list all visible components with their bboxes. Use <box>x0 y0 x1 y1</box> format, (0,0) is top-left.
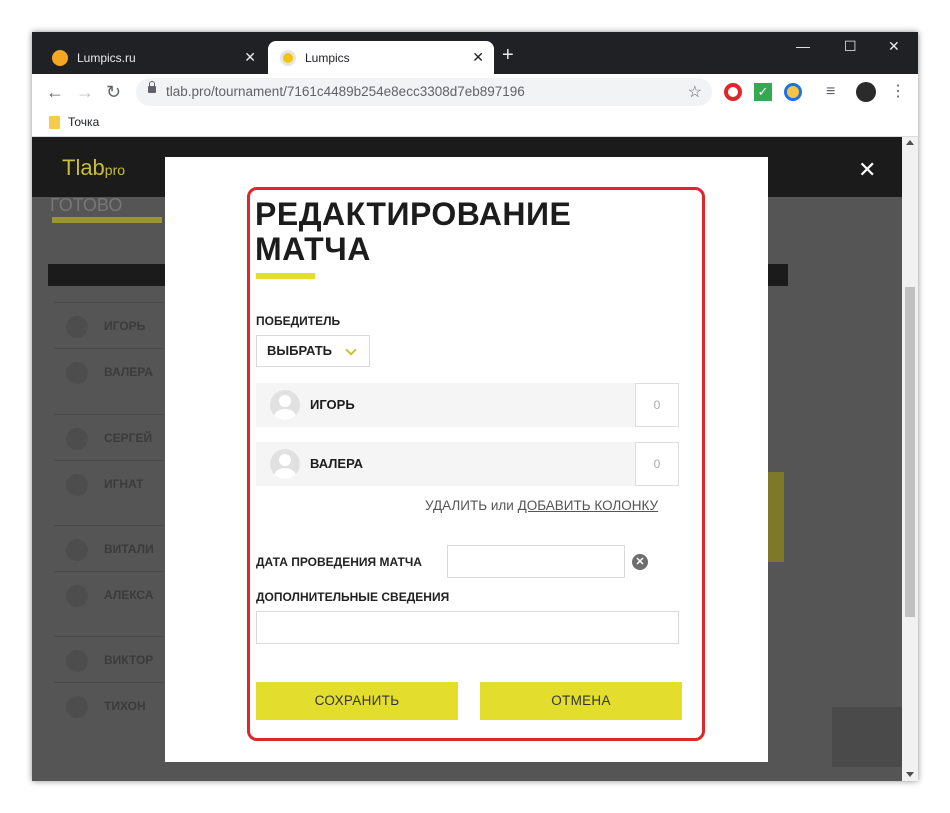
page-viewport: Tlabpro ГОТОВО ИГОРЬ ВАЛЕРА СЕРГЕЙ ИГНАТ… <box>32 137 902 781</box>
scroll-down-arrow-icon[interactable] <box>906 772 914 777</box>
avatar <box>66 316 88 338</box>
user-avatar-icon <box>270 390 300 420</box>
back-icon[interactable]: ← <box>46 80 64 104</box>
browser-toolbar: ← → ↻ tlab.pro/tournament/7161c4489b254e… <box>32 74 918 110</box>
maximize-icon[interactable]: ☐ <box>844 38 857 55</box>
bracket-player: ВАЛЕРА <box>104 365 153 379</box>
user-avatar-icon <box>270 449 300 479</box>
lumpics-favicon-icon <box>280 49 296 66</box>
scroll-up-arrow-icon[interactable] <box>906 140 914 145</box>
tab-strip: Lumpics.ru ✕ Lumpics ✕ + — ☐ ✕ <box>32 32 918 74</box>
avatar <box>66 474 88 496</box>
lumpics-favicon-icon <box>52 49 68 66</box>
minimize-icon[interactable]: — <box>796 38 810 54</box>
bookmark-folder-icon <box>49 116 60 129</box>
bracket-player: АЛЕКСА <box>104 588 154 602</box>
participant-row: ИГОРЬ 0 <box>256 383 679 427</box>
participant-row: ВАЛЕРА 0 <box>256 442 679 486</box>
menu-dots-icon[interactable]: ⋮ <box>890 83 908 101</box>
bracket-row: ВАЛЕРА <box>54 348 164 395</box>
avatar <box>66 539 88 561</box>
logo-main: Tlab <box>62 155 105 180</box>
modal-title: РЕДАКТИРОВАНИЕ МАТЧА <box>255 196 572 267</box>
match-date-label: ДАТА ПРОВЕДЕНИЯ МАТЧА <box>256 555 422 569</box>
bracket-player: СЕРГЕЙ <box>104 431 153 445</box>
participant-name: ИГОРЬ <box>310 397 355 412</box>
vpn-extension-icon[interactable] <box>784 83 802 101</box>
bracket-row: ИГНАТ <box>54 460 164 507</box>
bracket-player: ИГНАТ <box>104 477 144 491</box>
avatar <box>66 585 88 607</box>
avatar <box>66 362 88 384</box>
bookmark-tochka[interactable]: Точка <box>68 115 99 129</box>
scrollbar-thumb[interactable] <box>905 287 915 617</box>
avatar <box>66 650 88 672</box>
extra-info-input[interactable] <box>256 611 679 644</box>
participant-name: ВАЛЕРА <box>310 456 363 471</box>
page-scrollbar[interactable] <box>902 137 918 781</box>
column-controls: УДАЛИТЬ или ДОБАВИТЬ КОЛОНКУ <box>425 498 658 513</box>
tab-close-icon[interactable]: ✕ <box>472 49 484 65</box>
bracket-row: ВИТАЛИ <box>54 525 164 572</box>
close-window-icon[interactable]: ✕ <box>888 38 900 55</box>
browser-window: Lumpics.ru ✕ Lumpics ✕ + — ☐ ✕ ← → ↻ tla… <box>32 32 918 781</box>
chevron-down-icon <box>345 344 357 356</box>
address-bar[interactable]: tlab.pro/tournament/7161c4489b254e8ecc33… <box>136 78 712 106</box>
extra-info-label: ДОПОЛНИТЕЛЬНЫЕ СВЕДЕНИЯ <box>256 590 450 604</box>
cancel-button[interactable]: ОТМЕНА <box>480 682 682 720</box>
delete-column-link[interactable]: УДАЛИТЬ <box>425 498 487 513</box>
bookmark-star-icon[interactable]: ☆ <box>688 82 702 102</box>
avatar <box>66 428 88 450</box>
site-logo[interactable]: Tlabpro <box>62 155 125 181</box>
save-button[interactable]: СОХРАНИТЬ <box>256 682 458 720</box>
opera-extension-icon[interactable] <box>724 83 742 101</box>
modal-close-icon[interactable]: ✕ <box>858 159 876 181</box>
or-text: или <box>490 498 514 513</box>
forward-icon[interactable]: → <box>76 80 94 104</box>
add-column-link[interactable]: ДОБАВИТЬ КОЛОНКУ <box>518 498 659 513</box>
bracket-row: ТИХОН <box>54 682 164 729</box>
bracket-row: СЕРГЕЙ <box>54 414 164 461</box>
logo-suffix: pro <box>104 162 126 178</box>
tab-lumpics-ru[interactable]: Lumpics.ru ✕ <box>40 41 266 74</box>
bracket-row: ИГОРЬ <box>54 302 164 349</box>
tab-title: Lumpics.ru <box>77 50 136 65</box>
bracket-player: ВИКТОР <box>104 653 154 667</box>
title-underline <box>256 273 315 279</box>
url-text: tlab.pro/tournament/7161c4489b254e8ecc33… <box>166 84 525 99</box>
reload-icon[interactable]: ↻ <box>106 80 121 104</box>
checkmark-extension-icon[interactable]: ✓ <box>754 83 772 101</box>
bracket-row: ВИКТОР <box>54 636 164 683</box>
lock-icon <box>148 81 156 93</box>
score-input[interactable]: 0 <box>635 383 679 427</box>
heading-underline <box>52 217 162 223</box>
score-input[interactable]: 0 <box>635 442 679 486</box>
tab-close-icon[interactable]: ✕ <box>244 49 256 65</box>
profile-avatar[interactable] <box>856 82 876 102</box>
clear-date-icon[interactable]: ✕ <box>632 554 648 570</box>
tab-title: Lumpics <box>305 50 350 65</box>
winner-label: ПОБЕДИТЕЛЬ <box>256 314 341 328</box>
bookmarks-bar: Точка <box>32 110 918 137</box>
tab-lumpics[interactable]: Lumpics ✕ <box>268 41 494 74</box>
page-heading: ГОТОВО <box>50 195 123 215</box>
bracket-player: ТИХОН <box>104 699 146 713</box>
new-tab-icon[interactable]: + <box>502 45 514 65</box>
avatar <box>66 696 88 718</box>
winner-select[interactable]: ВЫБРАТЬ <box>256 335 370 367</box>
bracket-player: ИГОРЬ <box>104 319 146 333</box>
bracket-player: ВИТАЛИ <box>104 542 154 556</box>
bracket-row: АЛЕКСА <box>54 571 164 618</box>
media-control-icon[interactable]: ≡ <box>826 83 844 101</box>
winner-select-value: ВЫБРАТЬ <box>267 343 333 358</box>
edit-match-modal: РЕДАКТИРОВАНИЕ МАТЧА ПОБЕДИТЕЛЬ ВЫБРАТЬ … <box>165 157 768 762</box>
recaptcha-badge[interactable] <box>832 707 902 767</box>
match-date-input[interactable] <box>447 545 625 578</box>
